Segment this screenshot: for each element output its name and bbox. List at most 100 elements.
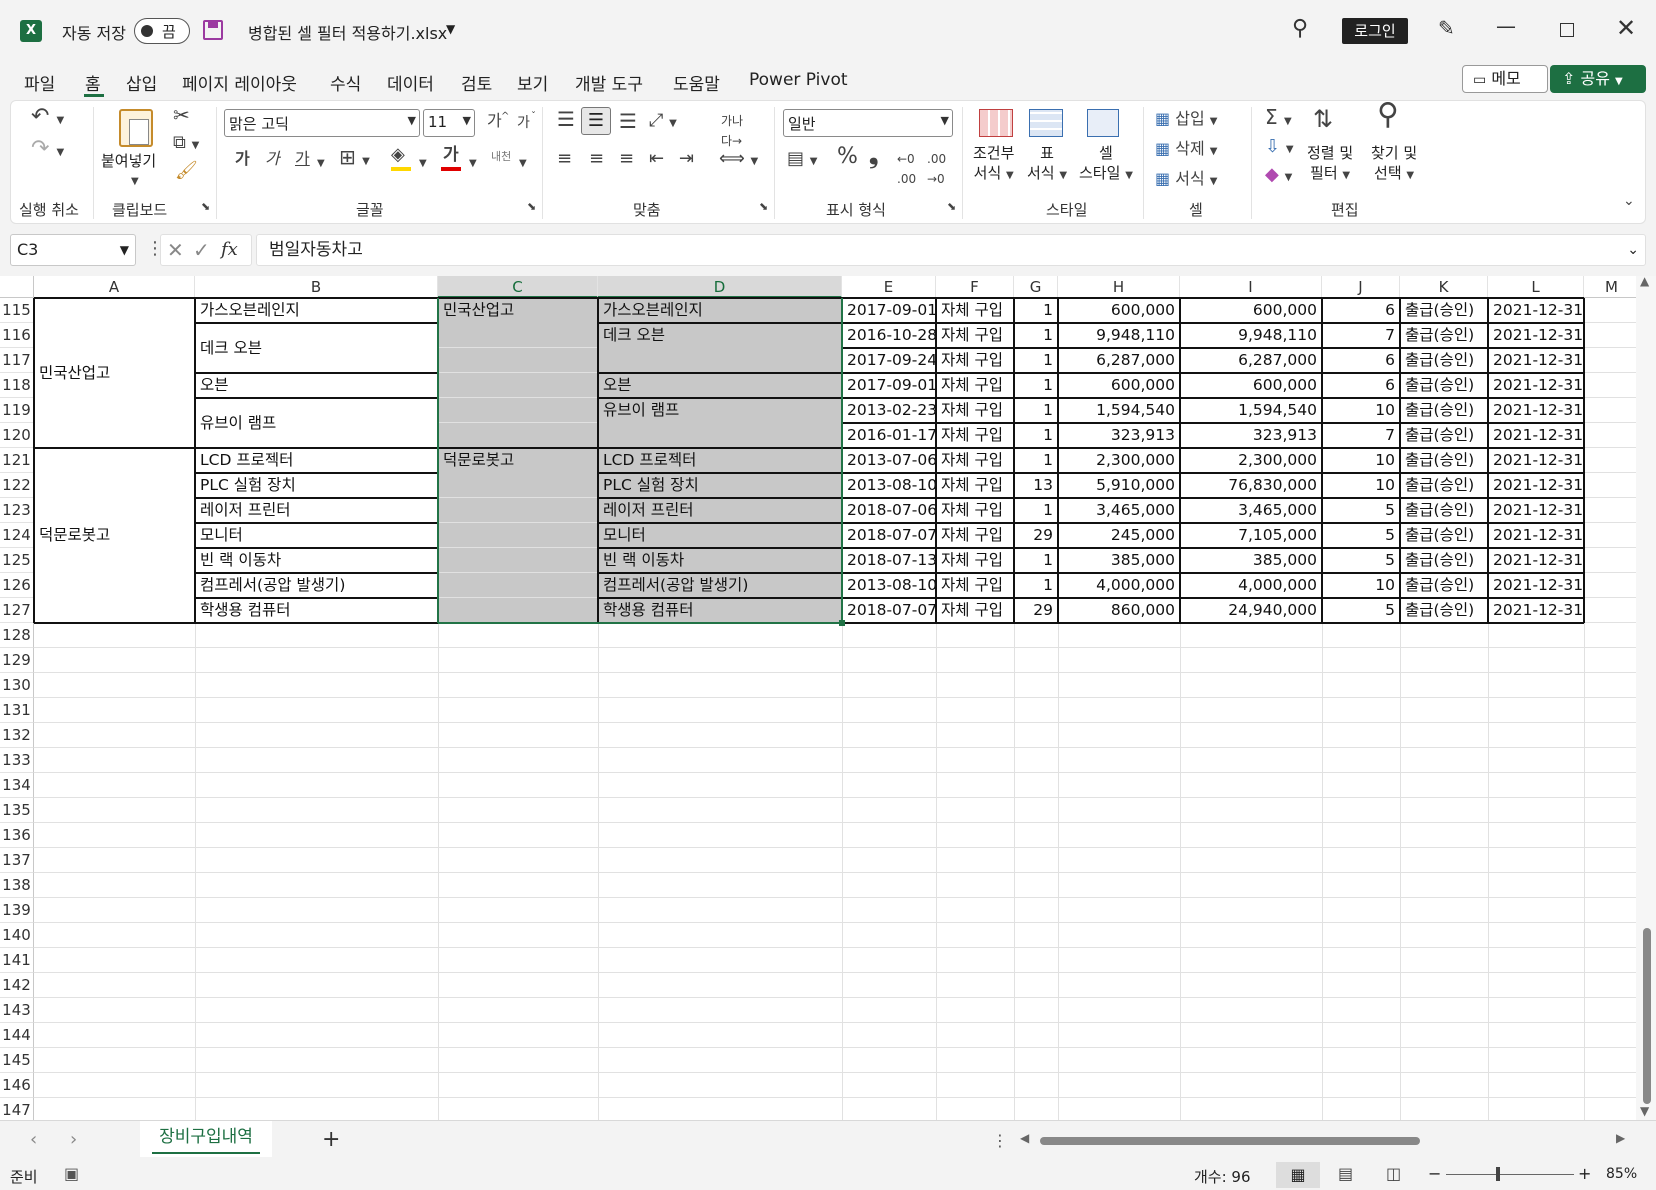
column-header[interactable]: J (1322, 276, 1400, 298)
find-select-label[interactable]: 찾기 및 선택 ▼ (1371, 143, 1417, 186)
dialog-launcher-icon[interactable]: ⬊ (947, 197, 956, 217)
data-cell[interactable]: 2018-07-07 (843, 523, 935, 548)
data-cell[interactable]: 자체 구입 (937, 523, 1013, 548)
data-cell[interactable]: 323,913 (1059, 423, 1179, 448)
equipment-cell[interactable]: 모니터 (599, 523, 841, 548)
login-button[interactable]: 로그인 (1342, 18, 1408, 44)
row-header[interactable]: 141 (0, 948, 34, 973)
data-cell[interactable]: 1,594,540 (1059, 398, 1179, 423)
data-cell[interactable]: 4,000,000 (1181, 573, 1321, 598)
column-header[interactable]: H (1058, 276, 1180, 298)
search-icon[interactable]: ⚲ (1292, 16, 1308, 41)
data-cell[interactable]: 2018-07-13 (843, 548, 935, 573)
data-cell[interactable]: 2021-12-31 (1489, 573, 1583, 598)
data-cell[interactable]: 600,000 (1059, 298, 1179, 323)
data-cell[interactable]: 6,287,000 (1181, 348, 1321, 373)
column-header[interactable]: G (1014, 276, 1058, 298)
school-cell[interactable]: 덕문로봇고 (439, 448, 597, 473)
data-cell[interactable]: 자체 구입 (937, 423, 1013, 448)
data-cell[interactable]: 자체 구입 (937, 548, 1013, 573)
decrease-indent-icon[interactable]: ⇤ (649, 149, 664, 169)
equipment-name-cell[interactable]: 가스오븐레인지 (196, 298, 437, 323)
zoom-level[interactable]: 85% (1606, 1166, 1637, 1182)
paste-label[interactable]: 붙여넣기 (101, 151, 156, 171)
enter-icon[interactable]: ✓ (193, 238, 210, 262)
align-center-icon[interactable]: ≡ (589, 149, 604, 169)
italic-button[interactable]: 가 (265, 149, 280, 169)
data-cell[interactable]: 29 (1015, 523, 1057, 548)
more-icon[interactable]: ⋮ (992, 1131, 1008, 1150)
menu-view[interactable]: 보기 (517, 70, 548, 95)
column-header[interactable]: E (842, 276, 936, 298)
dialog-launcher-icon[interactable]: ⬊ (759, 197, 768, 217)
row-header[interactable]: 137 (0, 848, 34, 873)
data-cell[interactable]: 1 (1015, 298, 1057, 323)
chevron-down-icon[interactable]: ▼ (317, 151, 325, 174)
data-cell[interactable]: 1 (1015, 498, 1057, 523)
align-middle-icon[interactable]: ☰ (581, 107, 611, 135)
name-box[interactable]: C3 ▼ (10, 234, 136, 266)
wrap-text-icon[interactable]: 가나 다→ (721, 111, 743, 151)
row-header[interactable]: 145 (0, 1048, 34, 1073)
increase-decimal-icon[interactable]: ←0.00 (897, 149, 916, 189)
normal-view-button[interactable]: ▦ (1276, 1162, 1320, 1188)
equipment-name-cell[interactable]: 유브이 램프 (196, 398, 437, 448)
row-header[interactable]: 133 (0, 748, 34, 773)
zoom-slider[interactable] (1446, 1174, 1574, 1175)
cut-icon[interactable]: ✂ (173, 105, 190, 125)
data-cell[interactable]: 자체 구입 (937, 298, 1013, 323)
zoom-out-icon[interactable]: − (1428, 1164, 1441, 1183)
format-as-table-label[interactable]: 표 서식 ▼ (1027, 143, 1067, 186)
data-cell[interactable]: 2017-09-01 (843, 298, 935, 323)
data-cell[interactable]: 385,000 (1181, 548, 1321, 573)
row-header[interactable]: 146 (0, 1073, 34, 1098)
menu-power-pivot[interactable]: Power Pivot (749, 70, 848, 90)
data-cell[interactable]: 10 (1323, 573, 1399, 598)
data-cell[interactable]: 6 (1323, 373, 1399, 398)
equipment-name-cell[interactable]: PLC 실험 장치 (196, 473, 437, 498)
chevron-down-icon[interactable]: ▼ (469, 151, 477, 174)
scroll-down-icon[interactable]: ▼ (1640, 1104, 1649, 1118)
data-cell[interactable]: 2021-12-31 (1489, 598, 1583, 623)
data-cell[interactable]: 출급(승인) (1401, 298, 1487, 323)
worksheet-grid[interactable]: A B C D E F G H I J K L M 115 116 117 118 119 120 121 122 123… (0, 276, 1656, 1120)
data-cell[interactable]: 6 (1323, 348, 1399, 373)
data-cell[interactable]: 2016-10-28 (843, 323, 935, 348)
data-cell[interactable]: 76,830,000 (1181, 473, 1321, 498)
dialog-launcher-icon[interactable]: ⬊ (527, 197, 536, 217)
menu-developer[interactable]: 개발 도구 (575, 70, 643, 95)
clear-icon[interactable]: ◆ ▼ (1265, 165, 1292, 188)
row-header[interactable]: 142 (0, 973, 34, 998)
data-cell[interactable]: 자체 구입 (937, 448, 1013, 473)
fill-color-icon[interactable]: ◈ (391, 145, 405, 165)
cell-styles-icon[interactable] (1087, 109, 1119, 137)
file-name[interactable]: 병합된 셀 필터 적용하기.xlsx (248, 20, 447, 44)
data-cell[interactable]: 2018-07-07 (843, 598, 935, 623)
align-bottom-icon[interactable]: ☰ (619, 111, 637, 131)
shrink-font-button[interactable]: 가 (517, 113, 530, 133)
sheet-tab-active[interactable]: 장비구입내역 (140, 1121, 272, 1157)
row-header[interactable]: 140 (0, 923, 34, 948)
row-header[interactable]: 115 (0, 298, 34, 323)
align-top-icon[interactable]: ☰ (557, 109, 575, 129)
equipment-cell[interactable]: 가스오븐레인지 (599, 298, 841, 323)
vertical-scrollbar[interactable]: ▲ ▼ (1636, 276, 1656, 1120)
data-cell[interactable]: 1 (1015, 373, 1057, 398)
equipment-cell[interactable]: LCD 프로젝터 (599, 448, 841, 473)
menu-help[interactable]: 도움말 (673, 70, 720, 95)
font-name-combo[interactable]: 맑은 고딕 ▼ (224, 109, 420, 137)
equipment-cell[interactable]: 학생용 컴퓨터 (599, 598, 841, 623)
data-cell[interactable]: 385,000 (1059, 548, 1179, 573)
row-header[interactable]: 121 (0, 448, 34, 473)
equipment-name-cell[interactable]: 레이저 프린터 (196, 498, 437, 523)
row-header[interactable]: 134 (0, 773, 34, 798)
page-layout-view-icon[interactable]: ▤ (1338, 1164, 1353, 1183)
scroll-right-icon[interactable]: ▶ (1616, 1131, 1625, 1145)
number-format-combo[interactable]: 일반 ▼ (783, 109, 953, 137)
memo-button[interactable]: ▭ 메모 (1462, 65, 1548, 93)
data-cell[interactable]: 자체 구입 (937, 323, 1013, 348)
row-header[interactable]: 130 (0, 673, 34, 698)
equipment-cell[interactable]: 오븐 (599, 373, 841, 398)
row-header[interactable]: 119 (0, 398, 34, 423)
phonetic-icon[interactable]: 내천 (491, 147, 511, 167)
